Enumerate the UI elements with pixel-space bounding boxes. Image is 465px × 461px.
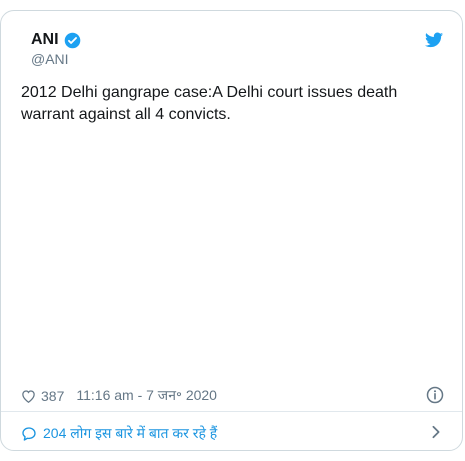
conversation-text: 204 लोग इस बारे में बात कर रहे हैं <box>43 425 218 441</box>
footer-divider <box>1 411 462 412</box>
speech-bubble-icon <box>22 426 36 441</box>
conversation-link[interactable]: 204 लोग इस बारे में बात कर रहे हैं <box>21 424 217 443</box>
author-handle[interactable]: @ANI <box>31 51 81 67</box>
info-icon[interactable] <box>426 386 444 404</box>
embedded-tweet-card: ANI @ANI 2012 Delhi gangrape case:A Delh… <box>0 10 463 451</box>
tweet-footer: 387 11:16 am - 7 जन॰ 2020 <box>21 386 217 405</box>
verified-badge-icon <box>64 32 80 48</box>
heart-icon[interactable] <box>21 389 36 403</box>
tweet-author[interactable]: ANI @ANI <box>31 31 81 67</box>
like-count[interactable]: 387 <box>41 388 64 404</box>
chevron-right-icon[interactable] <box>431 425 441 439</box>
author-name[interactable]: ANI <box>31 31 59 49</box>
tweet-timestamp[interactable]: 11:16 am - 7 जन॰ 2020 <box>76 386 217 405</box>
author-name-row: ANI <box>31 31 81 49</box>
twitter-bird-icon[interactable] <box>425 32 443 48</box>
tweet-text: 2012 Delhi gangrape case:A Delhi court i… <box>21 84 398 123</box>
